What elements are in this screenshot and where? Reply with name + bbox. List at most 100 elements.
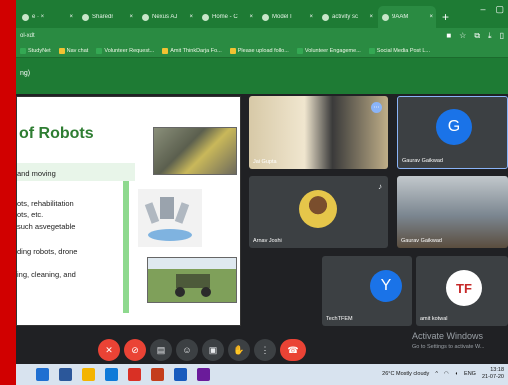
bookmark-item[interactable]: StudyNet [20, 47, 51, 54]
tab-favicon-icon [82, 13, 89, 21]
slide-bullet: ing, cleaning, and [17, 270, 76, 279]
new-tab-icon[interactable]: + [442, 10, 449, 24]
participant-name: Arnav Joshi [253, 238, 282, 244]
url-text[interactable]: ol-xdt [20, 33, 446, 39]
slide-title: of Robots [19, 125, 94, 142]
maximize-icon[interactable]: ▢ [495, 4, 504, 15]
minimize-icon[interactable]: – [480, 4, 485, 15]
close-icon[interactable]: × [369, 14, 373, 20]
tab-favicon-icon [22, 13, 29, 21]
browser-tab-strip: e · × × Sharedr × Nexus AJ × Home - C × Mode… [16, 0, 508, 28]
word-icon[interactable] [174, 368, 187, 381]
speaking-icon: ⋯ [371, 102, 382, 113]
more-vert-icon: ⋮ [260, 344, 270, 355]
participant-name: amit kotwal [420, 316, 448, 322]
browser-tab[interactable]: e · × × [18, 6, 76, 28]
download-icon[interactable]: ⤓ [488, 31, 492, 41]
participant-tile[interactable]: ♪ Arnav Joshi [249, 176, 388, 248]
browser-tab[interactable]: Nexus AJ × [138, 6, 196, 28]
close-icon[interactable]: × [429, 14, 433, 20]
more-options-button[interactable]: ⋮ [254, 339, 276, 361]
close-icon[interactable]: × [129, 14, 133, 20]
browser-tab[interactable]: activity sc × [318, 6, 376, 28]
phone-hangup-icon: ☎ [287, 344, 299, 355]
bookmark-item[interactable]: Please upload follo... [229, 47, 289, 54]
bookmark-item[interactable]: Amit ThinkDarja Fo... [162, 47, 222, 54]
volume-icon[interactable]: ◖ [455, 371, 458, 377]
task-view-icon[interactable] [59, 368, 72, 381]
avatar [299, 190, 337, 228]
tab-favicon-icon [142, 13, 149, 21]
address-bar-actions: ■ ☆ ⧉ ⤓ ▯ [446, 31, 504, 41]
participant-name: Gaurav Gaikwad [401, 238, 442, 244]
present-button[interactable]: ▣ [202, 339, 224, 361]
star-icon[interactable]: ☆ [459, 31, 466, 41]
meet-header: ng) [16, 58, 508, 94]
end-call-button[interactable]: ☎ [280, 339, 306, 361]
browser-tab[interactable]: Sharedr × [78, 6, 136, 28]
bookmark-item[interactable]: Social Media Post L... [368, 47, 430, 54]
weather-status[interactable]: 26°C Mostly cloudy [382, 371, 429, 377]
tab-favicon-icon [202, 13, 209, 21]
industrial-robots-image [153, 127, 237, 175]
tab-favicon-icon [322, 13, 329, 21]
reactions-button[interactable]: ☺ [176, 339, 198, 361]
participant-tile[interactable]: ⋯ Jai Gupta [249, 96, 388, 169]
window-controls: – ▢ [480, 4, 504, 15]
raise-hand-button[interactable]: ✋ [228, 339, 250, 361]
camera-icon[interactable]: ■ [446, 31, 451, 41]
avatar: G [436, 109, 472, 145]
participant-tile[interactable]: Gaurav Gaikwad [397, 176, 508, 248]
system-tray: 26°C Mostly cloudy ^ ◠ ◖ ENG 13:18 21-07… [382, 367, 504, 381]
bookmark-item[interactable]: Volunteer Engageme... [296, 47, 361, 54]
network-icon[interactable]: ◠ [444, 371, 449, 377]
slide-bullet: such asvegetable [17, 222, 76, 231]
close-icon[interactable]: × [309, 14, 313, 20]
search-icon[interactable] [36, 368, 49, 381]
participant-name: TechTFEM [326, 316, 353, 322]
camera-off-icon: ⊘ [131, 344, 139, 355]
captions-icon: ▤ [156, 344, 166, 355]
file-explorer-icon[interactable] [82, 368, 95, 381]
browser-tab[interactable]: Model I × [258, 6, 316, 28]
chrome-icon[interactable] [128, 368, 141, 381]
avatar: Y [370, 270, 402, 302]
present-icon: ▣ [208, 344, 218, 355]
clock[interactable]: 13:18 21-07-20 [482, 367, 504, 381]
app-icon[interactable] [197, 368, 210, 381]
slide-bullet: ots, rehabilitation [17, 199, 74, 208]
tab-favicon-icon [382, 13, 389, 21]
bookmark-item[interactable]: Nav chat [58, 47, 88, 54]
chevron-up-icon[interactable]: ^ [435, 371, 438, 377]
participant-tile[interactable]: Y TechTFEM [322, 256, 412, 326]
extensions-icon[interactable]: ⧉ [474, 31, 480, 41]
bookmark-icon [20, 47, 26, 54]
participant-tile[interactable]: TF amit kotwal [416, 256, 508, 326]
mic-toggle-button[interactable]: ✕ [98, 339, 120, 361]
hand-icon: ✋ [233, 344, 245, 355]
drive-icon [229, 47, 236, 54]
sidebar-icon[interactable]: ▯ [500, 31, 504, 41]
edge-icon[interactable] [105, 368, 118, 381]
browser-tab-active[interactable]: 9AAM × [378, 6, 436, 28]
slide-bullet: ots, etc. [17, 210, 44, 219]
bookmark-icon [296, 47, 303, 54]
address-bar: ol-xdt ■ ☆ ⧉ ⤓ ▯ [16, 28, 508, 44]
bookmarks-bar: StudyNet Nav chat Volunteer Request... A… [16, 44, 508, 58]
slide-bullet: ding robots, drone [17, 247, 78, 256]
powerpoint-icon[interactable] [151, 368, 164, 381]
emoji-icon: ☺ [182, 345, 192, 355]
camera-toggle-button[interactable]: ⊘ [124, 339, 146, 361]
bookmark-icon [368, 47, 375, 54]
browser-tab[interactable]: Home - C × [198, 6, 256, 28]
bookmark-item[interactable]: Volunteer Request... [96, 47, 154, 54]
avatar: TF [446, 270, 482, 306]
folder-icon [58, 47, 65, 54]
language-indicator[interactable]: ENG [464, 371, 476, 377]
close-icon[interactable]: × [249, 14, 253, 20]
meet-controls: ✕ ⊘ ▤ ☺ ▣ ✋ ⋮ ☎ [16, 336, 508, 364]
close-icon[interactable]: × [69, 14, 73, 20]
close-icon[interactable]: × [189, 14, 193, 20]
captions-button[interactable]: ▤ [150, 339, 172, 361]
participant-tile[interactable]: G Gaurav Gaikwad [397, 96, 508, 169]
